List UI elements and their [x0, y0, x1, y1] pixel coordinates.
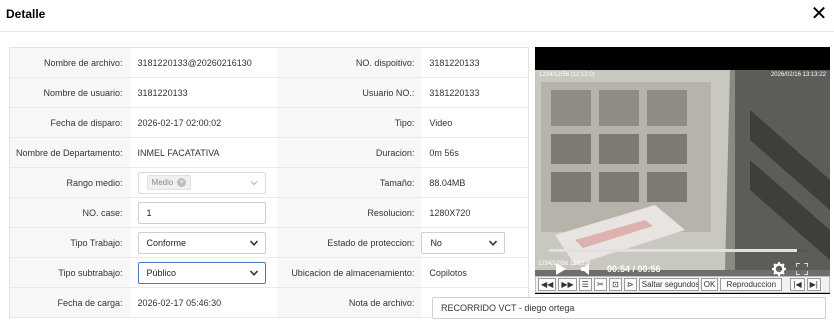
playback-speed-select[interactable]: Reproduccion [720, 278, 783, 291]
file-name-value: 3181220133@20260216130 [129, 48, 277, 77]
user-name-value: 3181220133 [129, 78, 277, 107]
export-button[interactable]: ⊳ [623, 278, 637, 291]
form-row: Tipo Trabajo: Conforme Estado de protecc… [10, 228, 528, 258]
file-note-input[interactable]: RECORRIDO VCT - diego ortega [432, 297, 826, 319]
range-label: Rango medio: [10, 168, 130, 197]
case-no-input[interactable]: 1 [137, 201, 266, 224]
range-tag: Medio × [146, 175, 192, 190]
form-row: Rango medio: Medio × Tamaño: 88.04MB [10, 168, 528, 198]
user-name-label: Nombre de usuario: [10, 78, 130, 107]
trigger-date-label: Fecha de disparo: [10, 108, 130, 137]
resolution-value: 1280X720 [421, 198, 528, 227]
gear-icon[interactable] [772, 262, 786, 276]
ok-button[interactable]: OK [700, 278, 719, 291]
size-value: 88.04MB [421, 168, 528, 197]
fast-forward-button[interactable]: ▶▶ [558, 278, 577, 291]
range-tag-label: Medio [151, 178, 174, 187]
list-button[interactable]: ☰ [578, 278, 592, 291]
range-select[interactable]: Medio × [137, 171, 266, 194]
file-name-label: Nombre de archivo: [10, 48, 130, 77]
dialog-title: Detalle [6, 7, 46, 21]
subwork-type-select[interactable]: Público [137, 261, 266, 284]
playback-toolbar: ◀◀ ▶▶ ☰ ✂ ⊡ ⊳ Saltar segundos OK Reprodu… [535, 276, 830, 293]
type-label: Tipo: [276, 108, 422, 137]
duration-label: Duracion: [276, 138, 422, 167]
range-cell: Medio × [129, 168, 277, 197]
department-label: Nombre de Departamento: [10, 138, 130, 167]
chevron-down-icon [489, 239, 498, 246]
form-row: Nombre de Departamento: INMEL FACATATIVA… [10, 138, 528, 168]
form-row: Nombre de usuario: 3181220133 Usuario NO… [10, 78, 528, 108]
case-no-label: NO. case: [10, 198, 130, 227]
chevron-down-icon [249, 239, 258, 246]
type-value: Video [421, 108, 528, 137]
device-no-value: 3181220133 [421, 48, 528, 77]
user-no-label: Usuario NO.: [276, 78, 422, 107]
work-type-value: Conforme [146, 237, 187, 248]
skip-seconds-input[interactable]: Saltar segundos [638, 278, 699, 291]
tag-remove-icon[interactable]: × [177, 178, 187, 187]
progress-bar[interactable] [549, 249, 807, 252]
rewind-button[interactable]: ◀◀ [538, 278, 557, 291]
time-display: 00:54 / 00:56 [607, 264, 661, 274]
size-label: Tamaño: [276, 168, 422, 197]
protection-value: No [430, 237, 442, 248]
detail-form: Nombre de archivo: 3181220133@2026021613… [9, 47, 529, 318]
snapshot-button[interactable]: ⊡ [608, 278, 622, 291]
storage-value: Copilotos [421, 258, 528, 287]
department-value: INMEL FACATATIVA [129, 138, 277, 167]
resolution-label: Resolucion: [276, 198, 422, 227]
volume-icon[interactable] [581, 263, 590, 275]
protection-cell: No [421, 228, 528, 257]
video-timestamp-right: 2026/02/16 13:13:22 [770, 72, 826, 78]
chevron-down-icon [250, 180, 257, 185]
protection-label: Estado de proteccion: [276, 228, 422, 257]
device-no-label: NO. dispoitivo: [276, 48, 422, 77]
upload-date-label: Fecha de carga: [10, 288, 130, 317]
duration-value: 0m 56s [421, 138, 528, 167]
progress-fill [549, 249, 797, 252]
upload-date-value: 2026-02-17 05:46:30 [129, 288, 277, 317]
cut-button[interactable]: ✂ [593, 278, 607, 291]
form-row: Nombre de archivo: 3181220133@2026021613… [10, 48, 528, 78]
subwork-type-value: Público [146, 267, 177, 278]
subwork-type-label: Tipo subtrabajo: [10, 258, 130, 287]
video-timestamp-left: 1234/12/56 (12:12:0) [539, 72, 595, 78]
subwork-type-cell: Público [129, 258, 277, 287]
video-player[interactable]: 1234/12/56 (12:12:0) 2026/02/16 13:13:22… [535, 47, 830, 294]
close-icon[interactable]: ✕ [810, 4, 828, 24]
file-note-label: Nota de archivo: [276, 288, 422, 317]
protection-select[interactable]: No [421, 231, 506, 254]
first-frame-button[interactable]: |◀ [790, 278, 805, 291]
chevron-down-icon [249, 269, 258, 276]
work-type-label: Tipo Trabajo: [10, 228, 130, 257]
case-no-cell: 1 [129, 198, 277, 227]
storage-label: Ubicacion de almacenamiento: [276, 258, 422, 287]
work-type-select[interactable]: Conforme [137, 231, 266, 254]
play-icon[interactable] [556, 263, 566, 275]
user-no-value: 3181220133 [421, 78, 528, 107]
form-row: Fecha de disparo: 2026-02-17 02:00:02 Ti… [10, 108, 528, 138]
dialog-header: Detalle ✕ [0, 0, 834, 32]
work-type-cell: Conforme [129, 228, 277, 257]
fullscreen-icon[interactable] [796, 263, 808, 275]
form-row: NO. case: 1 Resolucion: 1280X720 [10, 198, 528, 228]
trigger-date-value: 2026-02-17 02:00:02 [129, 108, 277, 137]
last-frame-button[interactable]: ▶| [806, 278, 821, 291]
form-row: Tipo subtrabajo: Público Ubicacion de al… [10, 258, 528, 288]
